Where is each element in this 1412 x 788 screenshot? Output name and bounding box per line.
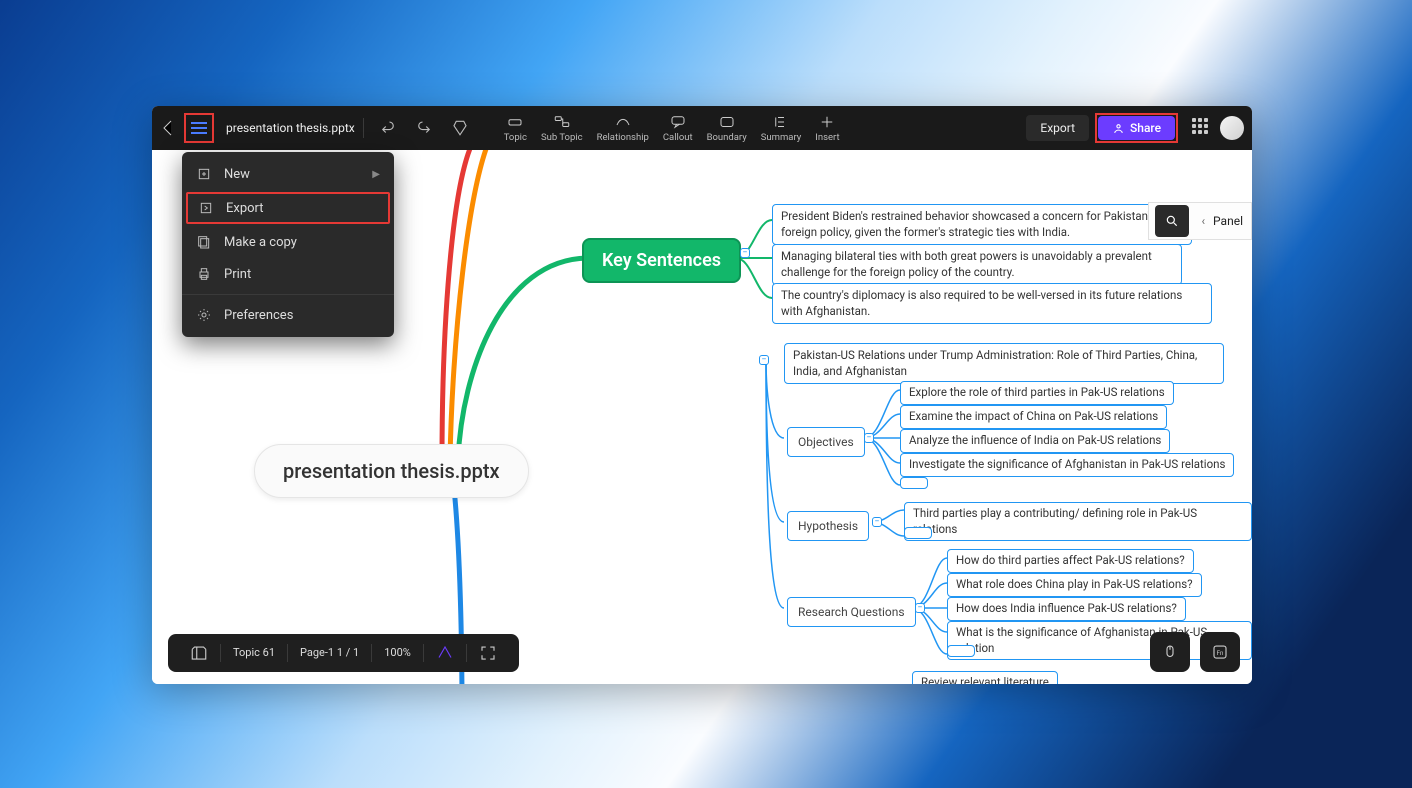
menu-new[interactable]: New ▶ — [182, 158, 394, 190]
leaf-node[interactable]: How does India influence Pak-US relation… — [947, 597, 1186, 621]
style-button[interactable] — [445, 106, 475, 150]
top-toolbar: presentation thesis.pptx Topic Sub Topic… — [152, 106, 1252, 150]
subtopic-label: Sub Topic — [541, 132, 583, 143]
floating-buttons: Fn — [1150, 632, 1240, 672]
leaf-node-empty[interactable] — [900, 477, 928, 489]
leaf-node[interactable]: How do third parties affect Pak-US relat… — [947, 549, 1194, 573]
chevron-left-icon[interactable]: ‹ — [1195, 214, 1211, 228]
topic-count: Topic 61 — [221, 644, 288, 662]
menu-print-label: Print — [224, 267, 251, 282]
redo-button[interactable] — [409, 106, 439, 150]
leaf-node[interactable]: Analyze the influence of India on Pak-US… — [900, 429, 1170, 453]
share-button[interactable]: Share — [1098, 116, 1175, 140]
boundary-label: Boundary — [707, 132, 747, 143]
document-filename[interactable]: presentation thesis.pptx — [218, 118, 364, 138]
zoom-level[interactable]: 100% — [372, 644, 424, 662]
expand-connector[interactable]: − — [864, 433, 874, 443]
menu-preferences-label: Preferences — [224, 308, 293, 323]
fullscreen-button[interactable] — [467, 644, 509, 662]
sentence-node[interactable]: Managing bilateral ties with both great … — [772, 244, 1182, 285]
insert-label: Insert — [815, 132, 839, 143]
leaf-node-empty[interactable] — [947, 645, 975, 657]
leaf-node-empty[interactable] — [904, 527, 932, 539]
apps-grid-icon[interactable] — [1192, 118, 1212, 138]
sentence-node[interactable]: The country's diplomacy is also required… — [772, 283, 1212, 324]
central-topic[interactable]: presentation thesis.pptx — [254, 444, 529, 498]
submenu-arrow-icon: ▶ — [372, 169, 380, 180]
expand-connector[interactable]: − — [740, 248, 750, 258]
hamburger-menu-button[interactable] — [184, 113, 214, 143]
expand-connector[interactable]: − — [759, 355, 769, 365]
leaf-node[interactable]: Third parties play a contributing/ defin… — [904, 502, 1252, 541]
callout-label: Callout — [663, 132, 693, 143]
menu-make-copy[interactable]: Make a copy — [182, 226, 394, 258]
status-bar: Topic 61 Page-1 1 / 1 100% — [168, 634, 519, 672]
mindmap-app-window: presentation thesis.pptx Topic Sub Topic… — [152, 106, 1252, 684]
key-sentences-node[interactable]: Key Sentences — [582, 238, 741, 283]
share-highlight: Share — [1095, 113, 1178, 143]
panel-label[interactable]: Panel — [1211, 214, 1251, 228]
relationship-button[interactable]: Relationship — [591, 111, 655, 146]
menu-print[interactable]: Print — [182, 258, 394, 290]
summary-button[interactable]: Summary — [755, 111, 808, 146]
objectives-node[interactable]: Objectives — [787, 427, 865, 457]
theme-button[interactable] — [424, 644, 467, 662]
menu-export-label: Export — [226, 201, 264, 216]
outline-button[interactable] — [178, 644, 221, 662]
menu-separator — [182, 294, 394, 295]
page-indicator[interactable]: Page-1 1 / 1 — [288, 644, 372, 662]
leaf-node[interactable]: Review relevant literature — [912, 671, 1058, 684]
expand-connector[interactable]: − — [915, 603, 925, 613]
menu-copy-label: Make a copy — [224, 235, 297, 250]
panel-toggle: ‹ Panel — [1148, 202, 1252, 240]
menu-new-label: New — [224, 167, 250, 182]
toolbar-tools: Topic Sub Topic Relationship Callout Bou… — [498, 111, 846, 146]
leaf-node[interactable]: Investigate the significance of Afghanis… — [900, 453, 1234, 477]
callout-button[interactable]: Callout — [657, 111, 699, 146]
export-button[interactable]: Export — [1026, 115, 1089, 141]
boundary-button[interactable]: Boundary — [701, 111, 753, 146]
expand-connector[interactable]: − — [872, 517, 882, 527]
main-topic-node[interactable]: Pakistan-US Relations under Trump Admini… — [784, 343, 1224, 384]
hypothesis-node[interactable]: Hypothesis — [787, 511, 869, 541]
leaf-node[interactable]: Examine the impact of China on Pak-US re… — [900, 405, 1167, 429]
mouse-mode-button[interactable] — [1150, 632, 1190, 672]
topic-button[interactable]: Topic — [498, 111, 533, 146]
undo-button[interactable] — [373, 106, 403, 150]
menu-export[interactable]: Export — [186, 192, 390, 224]
svg-text:Fn: Fn — [1217, 650, 1224, 657]
subtopic-button[interactable]: Sub Topic — [535, 111, 589, 146]
insert-button[interactable]: Insert — [809, 111, 845, 146]
menu-preferences[interactable]: Preferences — [182, 299, 394, 331]
summary-label: Summary — [761, 132, 802, 143]
relationship-label: Relationship — [597, 132, 649, 143]
back-button[interactable] — [156, 114, 180, 142]
user-avatar[interactable] — [1220, 116, 1244, 140]
research-questions-node[interactable]: Research Questions — [787, 597, 916, 627]
search-button[interactable] — [1155, 205, 1189, 237]
fn-button[interactable]: Fn — [1200, 632, 1240, 672]
main-dropdown-menu: New ▶ Export Make a copy Print Preferenc… — [182, 152, 394, 337]
leaf-node[interactable]: Explore the role of third parties in Pak… — [900, 381, 1174, 405]
sentence-node[interactable]: President Biden's restrained behavior sh… — [772, 204, 1192, 245]
hamburger-icon — [191, 127, 207, 129]
share-label: Share — [1130, 121, 1161, 135]
leaf-node[interactable]: What role does China play in Pak-US rela… — [947, 573, 1202, 597]
topic-label: Topic — [504, 132, 527, 143]
